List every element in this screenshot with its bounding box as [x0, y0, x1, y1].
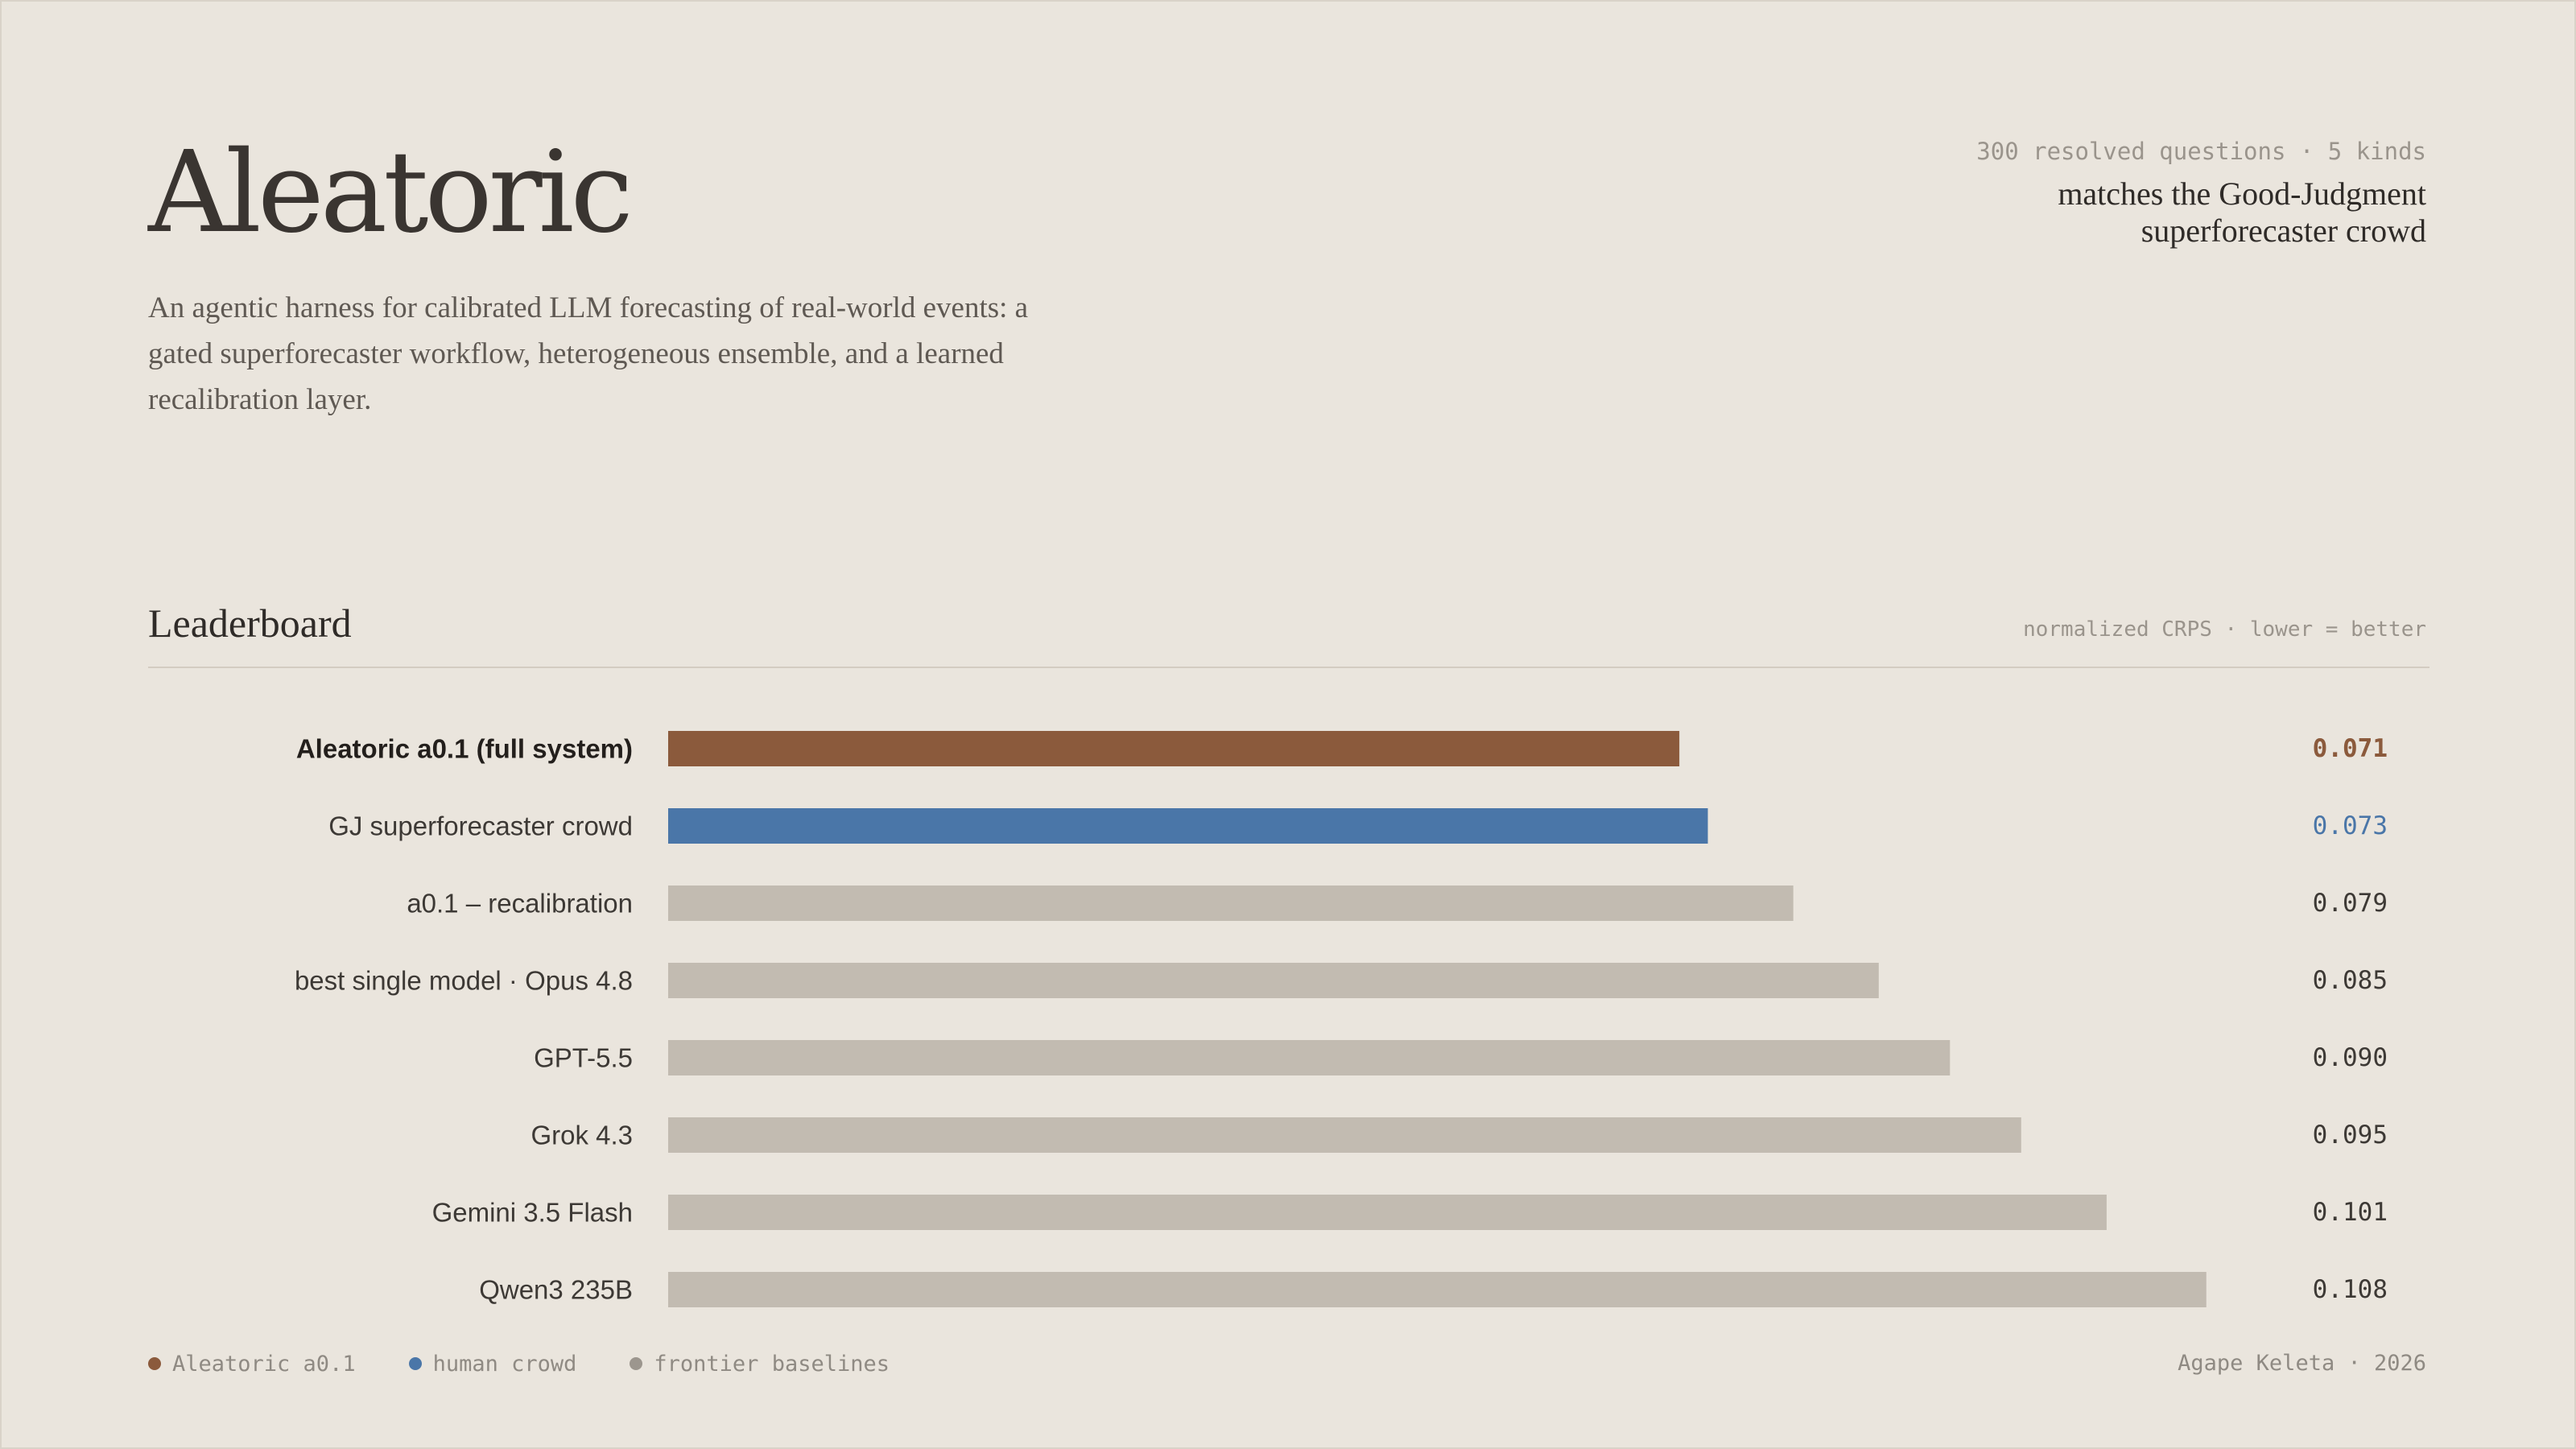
- bar: [668, 1272, 2207, 1307]
- legend-label: Aleatoric a0.1: [172, 1351, 356, 1377]
- legend-label: human crowd: [432, 1351, 577, 1377]
- legend-item-frontier: frontier baselines: [630, 1352, 890, 1377]
- bar-label: Aleatoric a0.1 (full system): [296, 734, 633, 764]
- bar-label: a0.1 – recalibration: [407, 889, 633, 919]
- bar-label: Grok 4.3: [530, 1121, 633, 1150]
- bar-value-label: 0.079: [2313, 889, 2388, 918]
- chart-legend: Aleatoric a0.1 human crowd frontier base…: [148, 1348, 943, 1380]
- legend-label: frontier baselines: [654, 1351, 890, 1377]
- bar-value-label: 0.090: [2313, 1043, 2388, 1072]
- bar-value-label: 0.073: [2313, 811, 2388, 840]
- bar-label: GPT-5.5: [534, 1043, 633, 1073]
- slide: Aleatoric An agentic harness for calibra…: [0, 0, 2576, 1449]
- legend-dot-icon: [148, 1357, 161, 1370]
- author-credit: Agape Keleta · 2026: [2178, 1351, 2426, 1376]
- bar: [668, 1195, 2107, 1230]
- bar-value-label: 0.101: [2313, 1198, 2388, 1227]
- bar-value-label: 0.085: [2313, 966, 2388, 995]
- legend-item-aleatoric: Aleatoric a0.1: [148, 1352, 356, 1377]
- legend-dot-icon: [630, 1357, 643, 1370]
- bar-label: best single model · Opus 4.8: [295, 966, 633, 996]
- bar-value-label: 0.108: [2313, 1275, 2388, 1304]
- bar-value-label: 0.095: [2313, 1121, 2388, 1150]
- bar-value-label: 0.071: [2313, 734, 2388, 763]
- bar: [668, 1117, 2021, 1153]
- leaderboard-chart: Aleatoric a0.1 (full system) 0.071 GJ supe…: [295, 731, 2388, 1307]
- bar-label: GJ superforecaster crowd: [328, 811, 633, 841]
- legend-item-crowd: human crowd: [408, 1351, 577, 1377]
- bar: [668, 1040, 1951, 1075]
- legend-dot-icon: [408, 1357, 422, 1370]
- bar: [668, 731, 1680, 766]
- bar: [668, 886, 1794, 921]
- bar: [668, 963, 1879, 998]
- bar-label: Gemini 3.5 Flash: [432, 1198, 633, 1228]
- bar-label: Qwen3 235B: [479, 1275, 633, 1305]
- bar: [668, 808, 1708, 844]
